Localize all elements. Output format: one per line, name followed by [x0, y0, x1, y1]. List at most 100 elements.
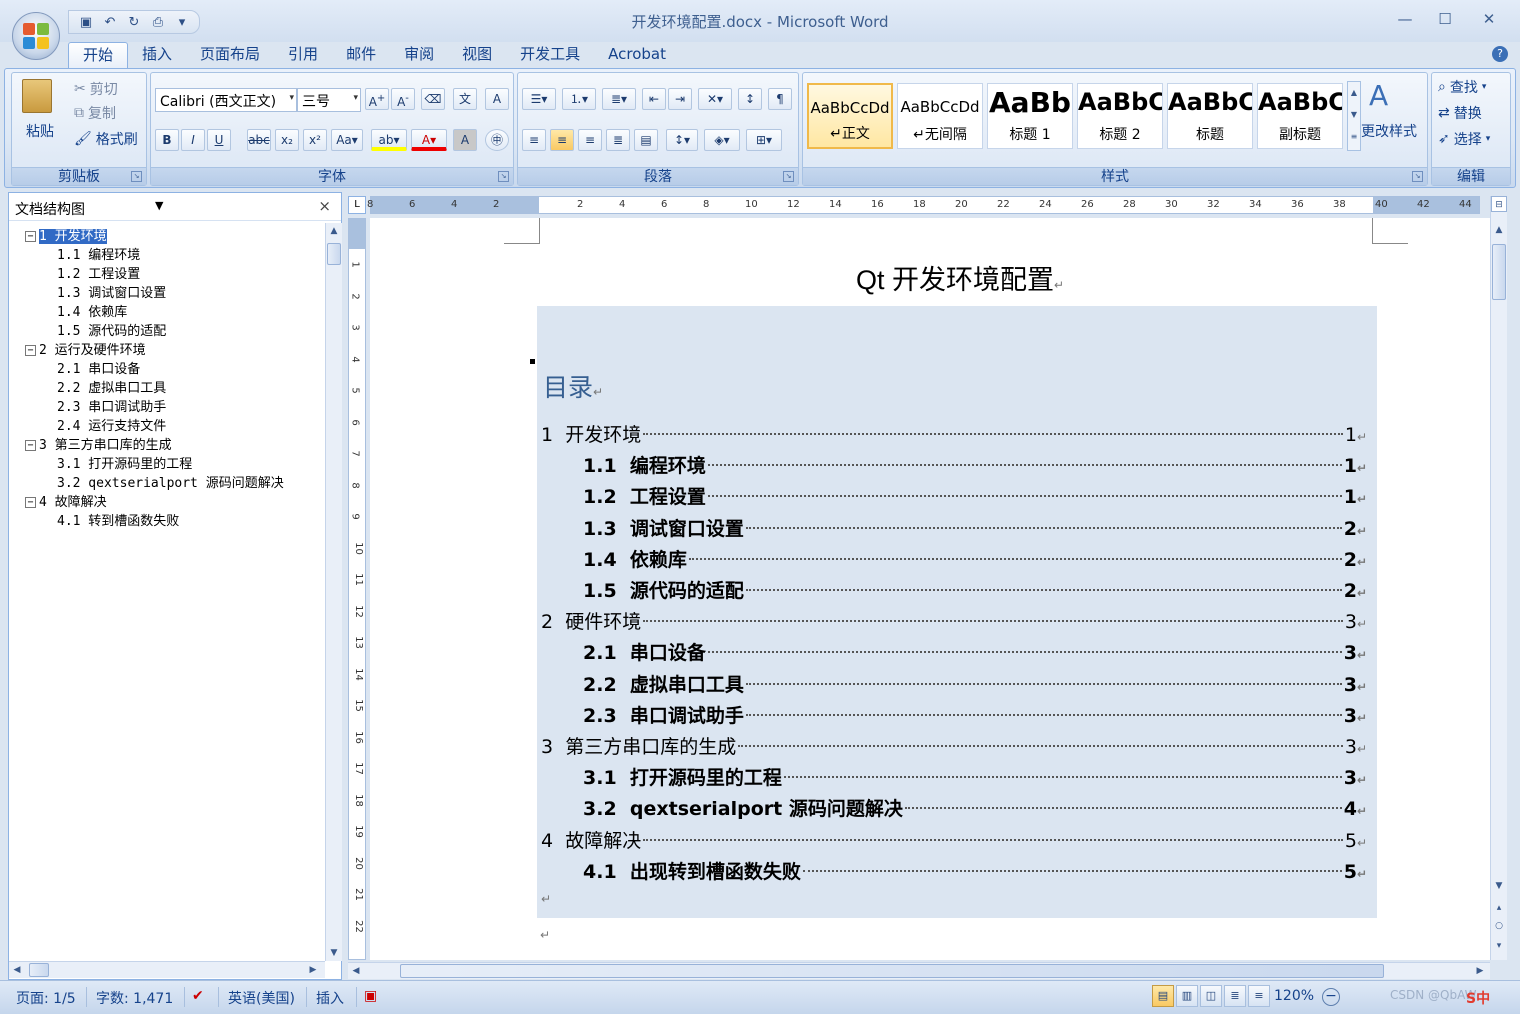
tab-view[interactable]: 视图: [448, 42, 506, 68]
ruler-toggle-icon[interactable]: ⊟: [1491, 196, 1507, 212]
styles-scroll-control[interactable]: ▲ ▼ ≡: [1347, 81, 1361, 151]
highlight-icon[interactable]: ab▾: [371, 129, 407, 151]
align-center-icon[interactable]: ≡: [550, 129, 574, 151]
style-no-spacing[interactable]: AaBbCcDd ↵无间隔: [897, 83, 983, 149]
docmap-node[interactable]: 1.3 调试窗口设置: [19, 284, 319, 303]
enclose-characters-icon[interactable]: ㊥: [485, 129, 509, 151]
macro-record-icon[interactable]: ▣: [364, 988, 377, 1004]
horizontal-ruler[interactable]: 8 6 4 2 2 4 6 8 10 12 14 16 18 20 22 24 26 28 30 32 34 36 38 40…: [367, 196, 1480, 214]
help-icon[interactable]: ?: [1492, 46, 1508, 62]
tab-selector[interactable]: L: [348, 196, 366, 214]
web-layout-icon[interactable]: ◫: [1200, 985, 1222, 1007]
document-canvas[interactable]: Qt 开发环境配置↵ 目录↵ 1 开发环境 1 ↵ 1.1 编程环境 1 ↵ 1.2 工程设…: [370, 218, 1490, 960]
scroll-right-icon[interactable]: ▶: [1472, 963, 1488, 979]
cut-button[interactable]: ✂ 剪切: [74, 79, 118, 99]
scroll-thumb[interactable]: [1492, 244, 1506, 300]
scroll-right-icon[interactable]: ▶: [305, 962, 321, 978]
clipboard-launcher-icon[interactable]: ↘: [131, 171, 142, 182]
document-map-hscroll[interactable]: ◀ ▶: [9, 961, 325, 978]
scroll-thumb[interactable]: [327, 243, 341, 265]
scroll-up-icon[interactable]: ▲: [1491, 222, 1507, 238]
document-hscroll[interactable]: ◀ ▶: [348, 962, 1490, 979]
close-button[interactable]: ✕: [1474, 8, 1504, 30]
collapse-icon[interactable]: −: [25, 440, 36, 451]
zoom-out-icon[interactable]: −: [1322, 988, 1340, 1006]
toc-entry[interactable]: 4 故障解决 5 ↵: [537, 826, 1367, 852]
phonetic-guide-icon[interactable]: 文: [453, 88, 477, 110]
increase-indent-icon[interactable]: ⇥: [668, 88, 692, 110]
paste-button[interactable]: 粘贴: [26, 121, 54, 141]
scroll-left-icon[interactable]: ◀: [348, 963, 364, 979]
justify-icon[interactable]: ≣: [606, 129, 630, 151]
bold-icon[interactable]: B: [155, 129, 179, 151]
redo-icon[interactable]: ↻: [125, 13, 143, 31]
tab-page-layout[interactable]: 页面布局: [186, 42, 274, 68]
next-page-icon[interactable]: ▾: [1491, 938, 1507, 954]
font-color-icon[interactable]: A▾: [411, 129, 447, 151]
toc-entry[interactable]: 2 硬件环境 3 ↵: [537, 607, 1367, 633]
collapse-icon[interactable]: −: [25, 345, 36, 356]
chevron-down-icon[interactable]: ▼: [155, 199, 163, 212]
zoom-level[interactable]: 120%: [1274, 988, 1314, 1004]
toc-entry[interactable]: 1.1 编程环境 1 ↵: [537, 451, 1367, 477]
change-case-icon[interactable]: Aa▾: [331, 129, 363, 151]
docmap-node[interactable]: −1 开发环境: [19, 227, 319, 246]
copy-button[interactable]: ⧉ 复制: [74, 103, 116, 123]
docmap-node[interactable]: 4.1 转到槽函数失败: [19, 512, 319, 531]
style-heading-1[interactable]: AaBb 标题 1: [987, 83, 1073, 149]
strikethrough-icon[interactable]: abc: [247, 129, 271, 151]
asian-layout-icon[interactable]: ✕▾: [698, 88, 732, 110]
save-icon[interactable]: ▣: [77, 13, 95, 31]
grow-font-icon[interactable]: A+: [365, 88, 389, 110]
bullets-icon[interactable]: ☰▾: [522, 88, 556, 110]
style-subtitle[interactable]: AaBbC 副标题: [1257, 83, 1343, 149]
change-styles-button[interactable]: 更改样式: [1361, 121, 1417, 141]
outline-view-icon[interactable]: ≣: [1224, 985, 1246, 1007]
align-left-icon[interactable]: ≡: [522, 129, 546, 151]
font-launcher-icon[interactable]: ↘: [498, 171, 509, 182]
collapse-icon[interactable]: −: [25, 231, 36, 242]
italic-icon[interactable]: I: [181, 129, 205, 151]
clear-format-icon[interactable]: ⌫: [421, 88, 445, 110]
docmap-node[interactable]: 1.2 工程设置: [19, 265, 319, 284]
docmap-node[interactable]: 2.2 虚拟串口工具: [19, 379, 319, 398]
toc-entry[interactable]: 4.1 出现转到槽函数失败 5 ↵: [537, 857, 1367, 883]
close-icon[interactable]: ×: [318, 197, 331, 215]
shading-icon[interactable]: ◈▾: [704, 129, 740, 151]
docmap-node[interactable]: 2.3 串口调试助手: [19, 398, 319, 417]
style-heading-2[interactable]: AaBbC 标题 2: [1077, 83, 1163, 149]
toc-entry[interactable]: 2.2 虚拟串口工具 3 ↵: [537, 670, 1367, 696]
collapse-icon[interactable]: −: [25, 497, 36, 508]
distributed-icon[interactable]: ▤: [634, 129, 658, 151]
scroll-down-icon[interactable]: ▼: [326, 945, 342, 961]
tab-developer[interactable]: 开发工具: [506, 42, 594, 68]
minimize-button[interactable]: —: [1390, 8, 1420, 30]
docmap-node[interactable]: −4 故障解决: [19, 493, 319, 512]
scroll-thumb[interactable]: [400, 964, 1384, 978]
print-layout-icon[interactable]: ▤: [1152, 985, 1174, 1007]
shrink-font-icon[interactable]: A-: [391, 88, 415, 110]
toc-entry[interactable]: 1.3 调试窗口设置 2 ↵: [537, 514, 1367, 540]
language-indicator[interactable]: 英语(美国): [228, 988, 295, 1008]
toc-entry[interactable]: 1.5 源代码的适配 2 ↵: [537, 576, 1367, 602]
proofing-icon[interactable]: ✔: [192, 988, 204, 1004]
font-size-combo[interactable]: 三号 ▾: [297, 88, 361, 112]
format-painter-button[interactable]: 🖌 格式刷: [74, 129, 138, 149]
undo-icon[interactable]: ↶: [101, 13, 119, 31]
styles-launcher-icon[interactable]: ↘: [1412, 171, 1423, 182]
scroll-down-icon[interactable]: ▼: [1491, 878, 1507, 894]
vertical-ruler[interactable]: 1 2 3 4 5 6 7 8 9 10 11 12 13 14 15 16 17 18 19 20 21 22: [348, 218, 366, 960]
toc-entry[interactable]: 3.2 qextserialport 源码问题解决 4 ↵: [537, 794, 1367, 820]
docmap-node[interactable]: 1.4 依赖库: [19, 303, 319, 322]
toc-entry[interactable]: 1.4 依赖库 2 ↵: [537, 545, 1367, 571]
table-of-contents[interactable]: 目录↵ 1 开发环境 1 ↵ 1.1 编程环境 1 ↵ 1.2 工程设置 1 ↵ 1.3 调试窗口…: [537, 306, 1377, 918]
style-title[interactable]: AaBbC 标题: [1167, 83, 1253, 149]
print-preview-icon[interactable]: ⎙: [149, 13, 167, 31]
line-spacing-icon[interactable]: ↕▾: [666, 129, 698, 151]
docmap-node[interactable]: −3 第三方串口库的生成: [19, 436, 319, 455]
select-browse-object-icon[interactable]: ○: [1491, 918, 1507, 934]
character-shading-icon[interactable]: A: [453, 129, 477, 151]
document-vscroll[interactable]: ⊟ ▲ ▼ ▴ ○ ▾: [1490, 196, 1507, 960]
insert-mode[interactable]: 插入: [316, 988, 344, 1008]
page-indicator[interactable]: 页面: 1/5: [16, 988, 76, 1008]
